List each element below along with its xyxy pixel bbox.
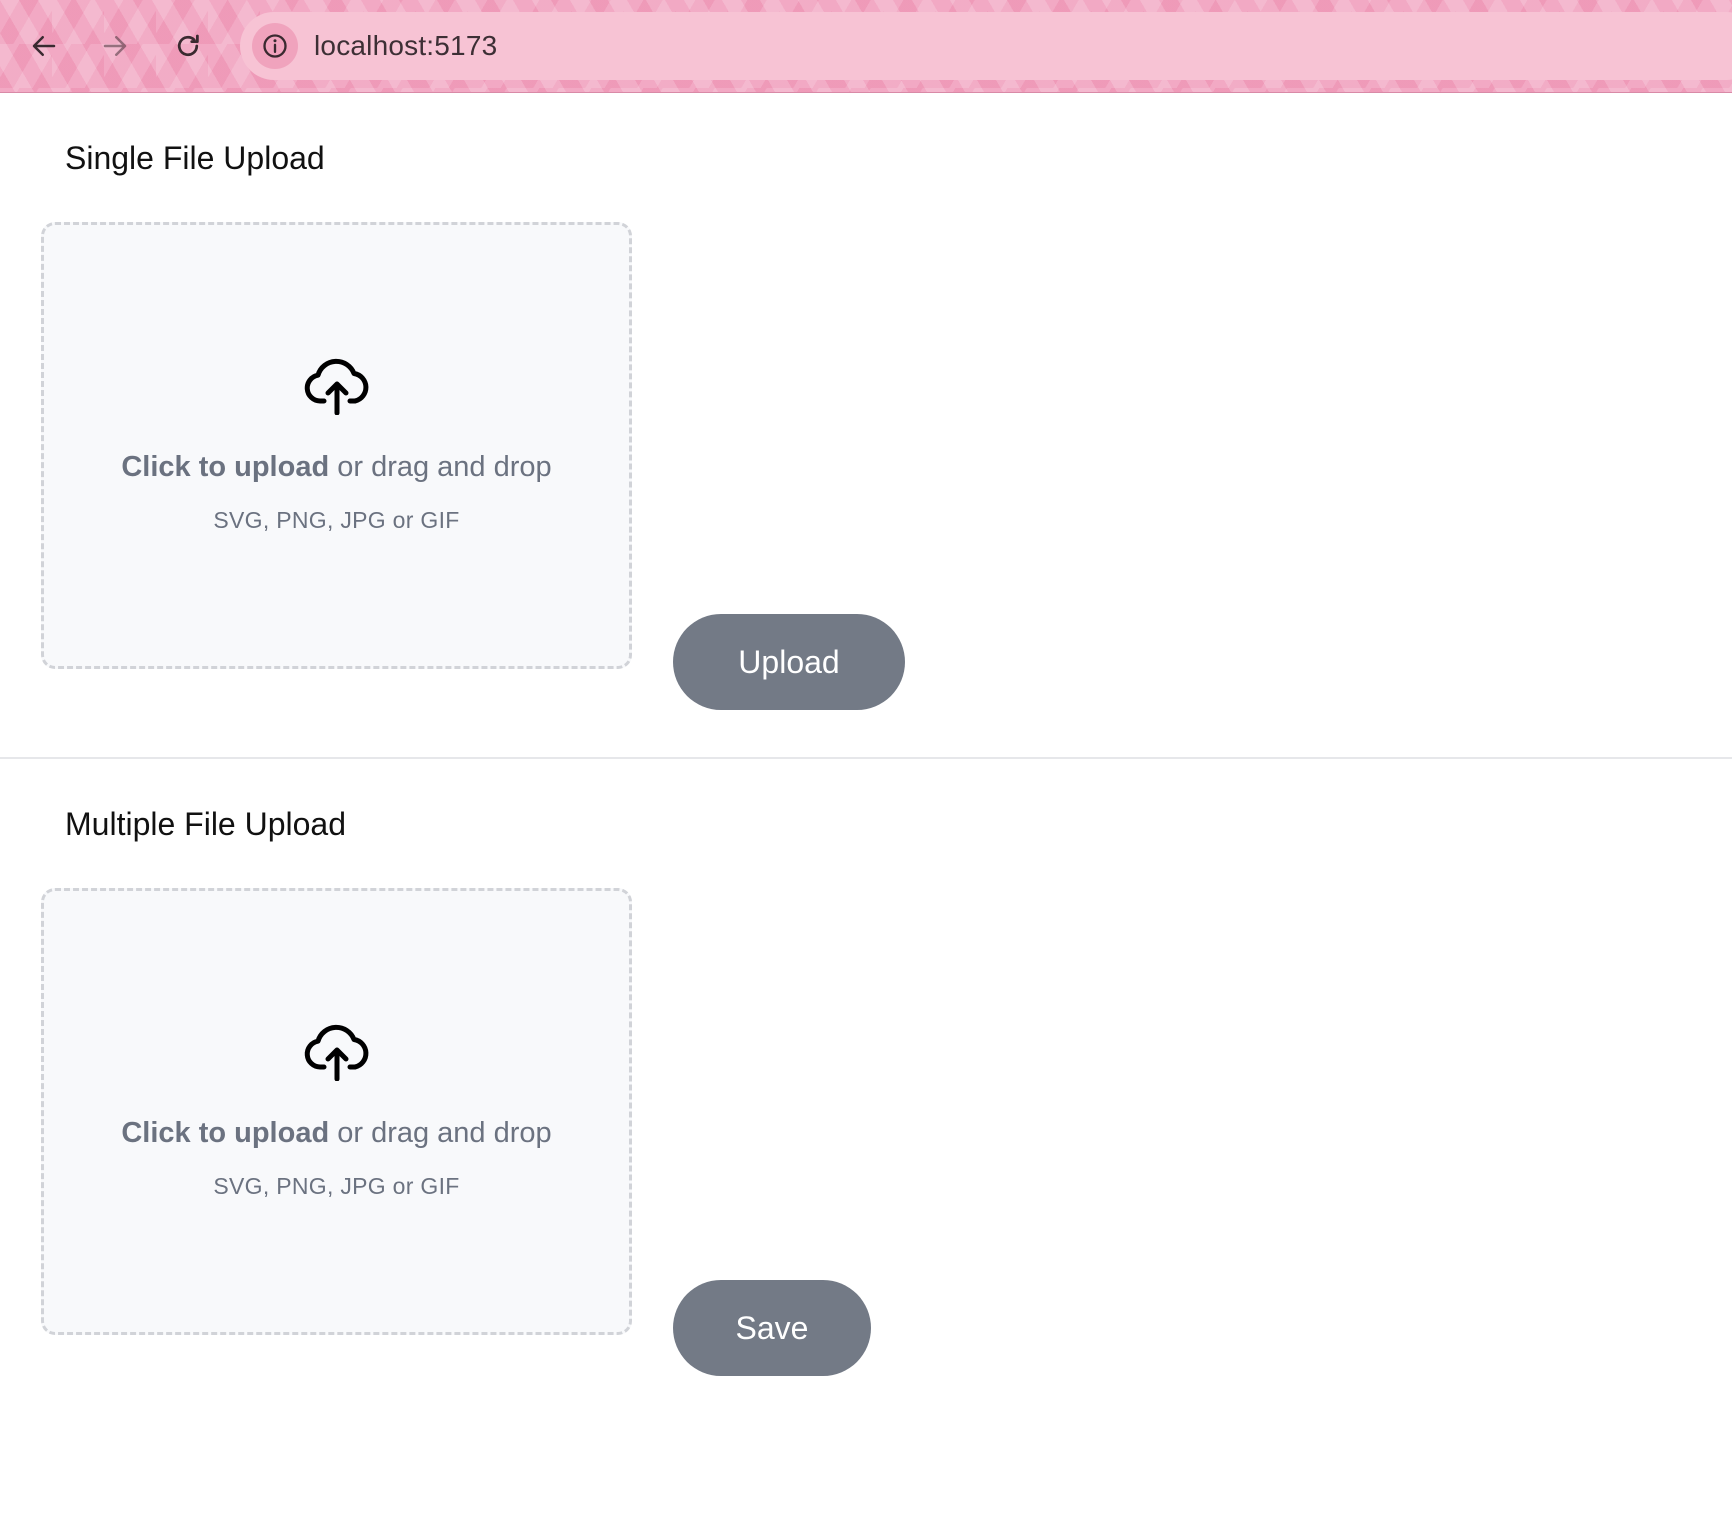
cloud-upload-icon xyxy=(304,1024,369,1081)
save-button[interactable]: Save xyxy=(673,1280,871,1376)
dropzone-instructions: Click to upload or drag and drop xyxy=(44,450,629,484)
address-bar[interactable]: localhost:5173 xyxy=(240,12,1732,80)
file-type-hint: SVG, PNG, JPG or GIF xyxy=(213,1173,460,1199)
info-icon xyxy=(263,34,287,58)
reload-button[interactable] xyxy=(166,24,210,68)
drag-drop-text: or drag and drop xyxy=(337,451,552,483)
dropzone-instructions: Click to upload or drag and drop xyxy=(44,1116,629,1150)
forward-button[interactable] xyxy=(93,24,137,68)
reload-icon xyxy=(177,34,199,57)
cloud-upload-icon xyxy=(304,358,369,415)
multiple-upload-dropzone[interactable]: Click to upload or drag and drop SVG, PN… xyxy=(41,888,632,1335)
site-info-button[interactable] xyxy=(252,23,298,69)
single-upload-dropzone[interactable]: Click to upload or drag and drop SVG, PN… xyxy=(41,222,632,669)
single-upload-title: Single File Upload xyxy=(65,140,325,176)
back-button[interactable] xyxy=(22,24,66,68)
click-to-upload-text[interactable]: Click to upload xyxy=(121,1117,329,1149)
arrow-right-icon xyxy=(103,36,127,56)
multiple-upload-title: Multiple File Upload xyxy=(65,806,347,842)
upload-button[interactable]: Upload xyxy=(673,614,905,710)
click-to-upload-text[interactable]: Click to upload xyxy=(121,451,329,483)
browser-toolbar: localhost:5173 xyxy=(0,0,1732,93)
url-text[interactable]: localhost:5173 xyxy=(314,30,497,62)
file-type-hint: SVG, PNG, JPG or GIF xyxy=(213,507,460,533)
drag-drop-text: or drag and drop xyxy=(337,1117,552,1149)
arrow-left-icon xyxy=(32,36,56,56)
section-divider xyxy=(0,757,1732,759)
